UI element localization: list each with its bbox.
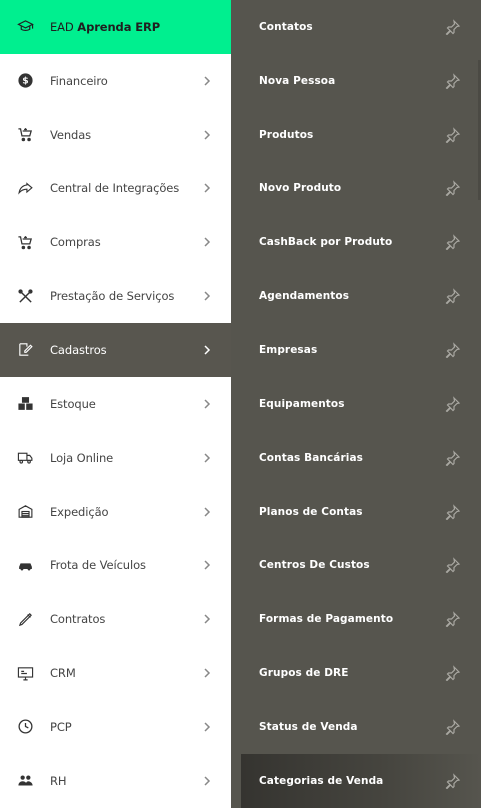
sidebar-item-vendas[interactable]: Vendas xyxy=(0,108,231,162)
chevron-right-icon xyxy=(203,130,211,140)
sidebar-item-crm[interactable]: CRM xyxy=(0,646,231,700)
submenu-item-contatos[interactable]: Contatos xyxy=(231,0,481,54)
submenu-item-grupos-de-dre[interactable]: Grupos de DRE xyxy=(231,646,481,700)
chevron-right-icon xyxy=(203,506,211,517)
submenu-item-agendamentos[interactable]: Agendamentos xyxy=(231,269,481,323)
pin-icon[interactable] xyxy=(445,772,461,789)
submenu-item-label: Planos de Contas xyxy=(259,505,363,518)
submenu-item-planos-de-contas[interactable]: Planos de Contas xyxy=(231,485,481,539)
submenu-item-label: Equipamentos xyxy=(259,397,345,410)
submenu-item-label: Produtos xyxy=(259,128,314,141)
pen-icon xyxy=(16,610,34,628)
tools-icon xyxy=(16,287,34,305)
chevron-right-icon xyxy=(203,560,211,570)
submenu-item-label: Contas Bancárias xyxy=(259,451,363,464)
monitor-icon xyxy=(16,664,34,682)
submenu-item-empresas[interactable]: Empresas xyxy=(231,323,481,377)
car-icon xyxy=(16,556,34,574)
pin-icon[interactable] xyxy=(445,19,461,35)
sidebar-item-ead[interactable]: EAD Aprenda ERP xyxy=(0,0,231,54)
submenu-item-label: Agendamentos xyxy=(259,290,350,303)
cart-icon xyxy=(16,233,34,251)
sidebar-item-contratos[interactable]: Contratos xyxy=(0,592,231,646)
submenu-item-centros-de-custos[interactable]: Centros De Custos xyxy=(231,538,481,592)
chevron-right-icon xyxy=(203,291,211,301)
pin-icon[interactable] xyxy=(445,180,461,197)
pin-icon[interactable] xyxy=(445,557,461,574)
pin-icon[interactable] xyxy=(445,73,461,89)
chevron-right-icon xyxy=(203,399,211,409)
boxes-icon xyxy=(16,395,34,413)
ead-name: Aprenda ERP xyxy=(77,19,161,34)
pin-icon[interactable] xyxy=(445,396,461,412)
submenu-item-label: Centros De Custos xyxy=(259,559,370,572)
sidebar-item-expedicao[interactable]: Expedição xyxy=(0,485,231,539)
submenu-item-label: Status de Venda xyxy=(259,720,358,733)
sidebar-item-prestacao-de-servicos[interactable]: Prestação de Serviços xyxy=(0,269,231,323)
chevron-right-icon xyxy=(203,345,211,355)
sidebar-item-loja-online[interactable]: Loja Online xyxy=(0,431,231,485)
cart-icon xyxy=(16,126,34,144)
pin-icon[interactable] xyxy=(445,126,461,143)
dollar-circle-icon: $ xyxy=(16,72,34,90)
submenu-item-formas-de-pagamento[interactable]: Formas de Pagamento xyxy=(231,592,481,646)
chevron-right-icon xyxy=(203,614,211,624)
graduation-cap-icon xyxy=(16,18,34,36)
sidebar-item-compras[interactable]: Compras xyxy=(0,215,231,269)
pin-icon[interactable] xyxy=(445,611,461,628)
warehouse-icon xyxy=(16,503,34,521)
main-sidebar: EAD Aprenda ERP $ Financeiro Vendas Central… xyxy=(0,0,231,808)
edit-icon xyxy=(16,341,34,359)
submenu-item-nova-pessoa[interactable]: Nova Pessoa xyxy=(231,54,481,108)
pin-icon[interactable] xyxy=(445,234,461,251)
submenu-item-label: CashBack por Produto xyxy=(259,236,393,249)
submenu-item-produtos[interactable]: Produtos xyxy=(231,108,481,162)
submenu-item-label: Novo Produto xyxy=(259,182,342,195)
sidebar-item-rh[interactable]: RH xyxy=(0,754,231,808)
users-icon xyxy=(16,772,34,790)
chevron-right-icon xyxy=(203,776,211,786)
ead-prefix: EAD xyxy=(50,19,74,34)
sidebar-item-cadastros[interactable]: Cadastros xyxy=(0,323,231,377)
submenu-item-categorias-de-venda[interactable]: Categorias de Venda xyxy=(241,753,481,808)
submenu-item-cashback-por-produto[interactable]: CashBack por Produto xyxy=(231,215,481,269)
chevron-right-icon xyxy=(203,453,211,463)
submenu-item-label: Categorias de Venda xyxy=(259,774,384,787)
submenu-item-equipamentos[interactable]: Equipamentos xyxy=(231,377,481,431)
submenu-item-contas-bancarias[interactable]: Contas Bancárias xyxy=(231,431,481,485)
sidebar-item-central-de-integracoes[interactable]: Central de Integrações xyxy=(0,162,231,216)
submenu-item-label: Formas de Pagamento xyxy=(259,613,394,626)
sidebar-item-frota-de-veiculos[interactable]: Frota de Veículos xyxy=(0,538,231,592)
sidebar-item-estoque[interactable]: Estoque xyxy=(0,377,231,431)
chevron-right-icon xyxy=(203,668,211,678)
cadastros-submenu: Contatos Nova Pessoa Produtos Novo Produto C… xyxy=(231,0,481,808)
chevron-right-icon xyxy=(203,237,211,247)
submenu-item-label: Grupos de DRE xyxy=(259,667,349,680)
chevron-right-icon xyxy=(203,183,211,193)
sidebar-item-pcp[interactable]: PCP xyxy=(0,700,231,754)
chevron-right-icon xyxy=(203,722,211,732)
submenu-item-novo-produto[interactable]: Novo Produto xyxy=(231,162,481,216)
pin-icon[interactable] xyxy=(445,342,461,358)
svg-text:$: $ xyxy=(22,76,28,87)
submenu-item-label: Nova Pessoa xyxy=(259,74,336,87)
pin-icon[interactable] xyxy=(445,719,461,735)
share-arrow-icon xyxy=(16,179,34,197)
sidebar-item-financeiro[interactable]: $ Financeiro xyxy=(0,54,231,108)
pin-icon[interactable] xyxy=(445,449,461,466)
pin-icon[interactable] xyxy=(445,665,461,682)
submenu-item-label: Empresas xyxy=(259,343,318,356)
submenu-item-label: Contatos xyxy=(259,20,313,33)
pin-icon[interactable] xyxy=(445,288,461,305)
submenu-item-status-de-venda[interactable]: Status de Venda xyxy=(231,700,481,754)
chevron-right-icon xyxy=(203,76,211,86)
truck-icon xyxy=(16,449,34,467)
pin-icon[interactable] xyxy=(445,503,461,520)
clock-icon xyxy=(16,718,34,736)
